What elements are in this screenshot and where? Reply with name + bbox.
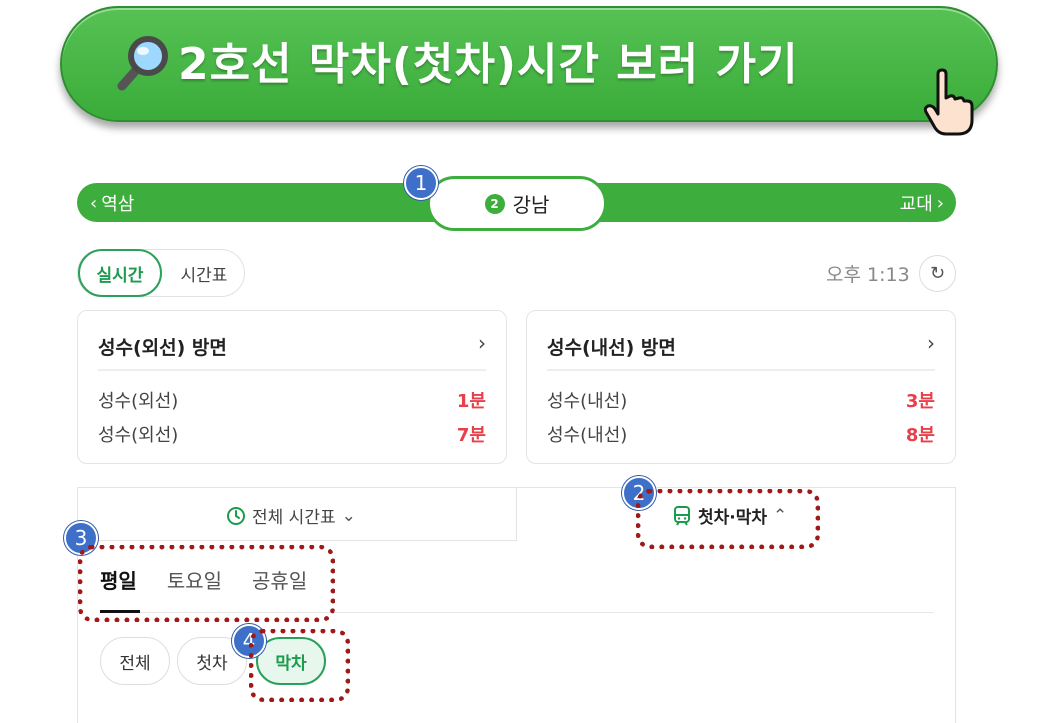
refresh-button[interactable]: ↻ [919,255,956,292]
chevron-down-icon: ⌄ [341,505,356,526]
current-station: 2 강남 [427,176,607,231]
arrival-destination: 성수(내선) [547,391,628,412]
arrival-minutes: 1분 [456,391,486,412]
line-number-badge: 2 [484,193,505,214]
next-station-label: 교대 [899,194,933,215]
divider [516,487,517,541]
full-timetable-label: 전체 시간표 [252,508,336,528]
arrival-minutes: 8분 [905,425,935,446]
filter-all[interactable]: 전체 [100,637,170,685]
prev-station-label: 역삼 [101,194,135,215]
arrival-destination: 성수(내선) [547,425,628,446]
divider [77,540,517,541]
current-station-label: 강남 [512,193,550,217]
prev-station-button[interactable]: ‹ 역삼 [90,190,134,216]
chevron-right-icon: › [927,331,935,355]
chevron-left-icon: ‹ [90,192,98,214]
highlight-box [78,545,335,622]
tab-realtime[interactable]: 실시간 [78,249,162,297]
divider [547,369,935,371]
highlight-box [636,489,820,549]
card-title: 성수(내선) 방면 [547,337,676,359]
arrival-destination: 성수(외선) [98,425,179,446]
next-station-button[interactable]: 교대 › [900,190,944,216]
arrival-row: 성수(외선) 7분 [98,421,486,447]
card-title: 성수(외선) 방면 [98,337,227,359]
arrival-minutes: 3분 [905,391,935,412]
arrival-minutes: 7분 [456,425,486,446]
banner-title: 2호선 막차(첫차)시간 보러 가기 [178,39,799,90]
pointer-hand-icon [923,68,974,136]
direction-card-outer[interactable]: 성수(외선) 방면 › 성수(외선) 1분 성수(외선) 7분 [77,310,507,464]
arrival-destination: 성수(외선) [98,391,179,412]
chevron-right-icon: › [478,331,486,355]
chevron-right-icon: › [936,192,944,214]
highlight-box [249,629,350,702]
current-time: 오후 1:13 [826,264,910,286]
magnifier-icon [117,36,168,91]
arrival-row: 성수(내선) 3분 [547,387,935,413]
divider [98,369,486,371]
refresh-icon: ↻ [929,263,946,284]
clock-icon [227,506,245,525]
full-timetable-toggle[interactable]: 전체 시간표 ⌄ [226,503,356,528]
arrival-row: 성수(내선) 8분 [547,421,935,447]
annotation-badge-1: 1 [404,166,438,200]
direction-card-inner[interactable]: 성수(내선) 방면 › 성수(내선) 3분 성수(내선) 8분 [526,310,956,464]
arrival-row: 성수(외선) 1분 [98,387,486,413]
tab-timetable[interactable]: 시간표 [164,249,244,297]
